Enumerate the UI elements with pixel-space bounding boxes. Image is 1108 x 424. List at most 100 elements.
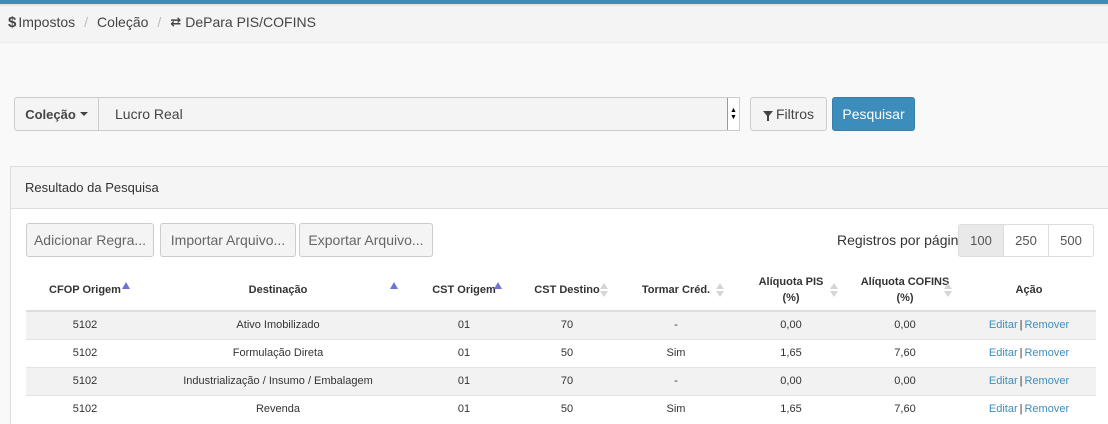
cell-aliquota-pis: 1,65 [734, 338, 848, 367]
cell-cfop: 5102 [26, 310, 144, 339]
breadcrumb-colecao[interactable]: Coleção [97, 14, 148, 30]
cell-cst-origem: 01 [412, 394, 516, 423]
cell-cfop: 5102 [26, 366, 144, 395]
cell-destinacao: Ativo Imobilizado [144, 310, 412, 339]
breadcrumb-separator: / [84, 14, 89, 30]
table-row: 5102 Revenda 01 50 Sim 1,65 7,60 Editar | Remover [26, 394, 1096, 423]
sort-asc-icon [390, 282, 398, 289]
col-aliquota-pis-label: Alíquota PIS [758, 275, 824, 288]
cell-cst-destino: 50 [516, 338, 618, 367]
cell-aliquota-pis: 1,65 [734, 394, 848, 423]
import-file-button[interactable]: Importar Arquivo... [160, 223, 296, 257]
colecao-select-value: Lucro Real [115, 106, 183, 122]
action-separator: | [1019, 375, 1023, 387]
search-row: Coleção Lucro Real ▲ ▼ [14, 97, 740, 131]
colecao-dropdown-button[interactable]: Coleção [14, 97, 99, 131]
panel-title: Resultado da Pesquisa [11, 167, 1108, 209]
breadcrumb-impostos[interactable]: $ Impostos [8, 14, 75, 31]
remove-link[interactable]: Remover [1024, 319, 1069, 331]
table-body: 5102 Ativo Imobilizado 01 70-0,00 0,00 Editar… [26, 310, 1096, 423]
col-acao: Ação [962, 269, 1096, 312]
cell-cfop: 5102 [26, 394, 144, 423]
cell-aliquota-cofins: 7,60 [848, 394, 962, 423]
cell-destinacao: Industrialização / Insumo / Embalagem [144, 366, 412, 395]
col-aliquota-pis-unit: (%) [782, 291, 800, 304]
table-row: 5102 Industrialização / Insumo / Embalage… [26, 366, 1096, 395]
filtros-button-label: Filtros [775, 106, 815, 122]
col-tomar-credito-label: Tormar Créd. [641, 283, 711, 296]
breadcrumb: $ Impostos / Coleção / ⇄ DePara PIS/COFI… [8, 13, 316, 31]
col-aliquota-cofins[interactable]: Alíquota COFINS (%) [848, 269, 962, 312]
col-cst-destino-label: CST Destino [534, 283, 600, 296]
edit-link[interactable]: Editar [989, 375, 1018, 387]
results-table: CFOP Origem Destinação CST Origem CST De… [26, 269, 1096, 423]
edit-link[interactable]: Editar [989, 319, 1018, 331]
col-destinacao-label: Destinação [248, 283, 308, 296]
cell-acao: Editar | Remover [962, 366, 1096, 395]
col-aliquota-cofins-unit: (%) [896, 291, 914, 304]
page-size-label: Registros por página [837, 232, 967, 248]
col-cst-origem[interactable]: CST Origem [412, 269, 516, 312]
sort-icon [944, 282, 952, 297]
page-size-selector: 100 250 500 [958, 224, 1094, 257]
cell-cst-destino: 70 [516, 310, 618, 339]
edit-link[interactable]: Editar [989, 403, 1018, 415]
cell-tomar-credito: Sim [618, 394, 734, 423]
action-separator: | [1019, 403, 1023, 416]
sort-icon [600, 282, 608, 297]
breadcrumb-depara: ⇄ DePara PIS/COFINS [170, 14, 316, 30]
cell-acao: Editar | Remover [962, 394, 1096, 423]
export-file-button[interactable]: Exportar Arquivo... [299, 223, 433, 257]
sort-icon [716, 282, 724, 297]
cell-aliquota-pis: 0,00 [734, 310, 848, 339]
cell-cst-destino: 70 [516, 366, 618, 395]
breadcrumb-impostos-label: Impostos [18, 14, 76, 30]
sort-asc-icon [122, 282, 130, 289]
top-bar-shadow [0, 4, 1108, 6]
breadcrumb-separator: / [157, 14, 162, 30]
dollar-icon: $ [8, 13, 17, 31]
cell-tomar-credito: - [618, 310, 734, 339]
page-size-500[interactable]: 500 [1048, 224, 1094, 257]
page-size-100[interactable]: 100 [958, 224, 1004, 257]
remove-link[interactable]: Remover [1024, 403, 1069, 415]
filtros-button[interactable]: Filtros [750, 97, 827, 131]
sort-icon [830, 282, 838, 297]
cell-aliquota-cofins: 0,00 [848, 366, 962, 395]
cell-aliquota-cofins: 0,00 [848, 310, 962, 339]
col-cst-destino[interactable]: CST Destino [516, 269, 618, 312]
breadcrumb-depara-label: DePara PIS/COFINS [185, 14, 316, 30]
caret-down-icon [79, 112, 88, 116]
action-separator: | [1019, 347, 1023, 359]
table-header-row: CFOP Origem Destinação CST Origem CST De… [26, 269, 1096, 312]
cell-cst-origem: 01 [412, 366, 516, 395]
col-cfop-origem[interactable]: CFOP Origem [26, 269, 144, 312]
page-size-250[interactable]: 250 [1003, 224, 1049, 257]
col-aliquota-pis[interactable]: Alíquota PIS (%) [734, 269, 848, 312]
colecao-dropdown-label: Coleção [25, 106, 76, 122]
select-arrow-icon[interactable]: ▲ ▼ [727, 98, 739, 130]
col-cst-origem-label: CST Origem [432, 283, 496, 296]
remove-link[interactable]: Remover [1024, 347, 1069, 359]
col-tomar-credito[interactable]: Tormar Créd. [618, 269, 734, 312]
cell-aliquota-pis: 0,00 [734, 366, 848, 395]
cell-cst-destino: 50 [516, 394, 618, 423]
cell-tomar-credito: - [618, 366, 734, 395]
pesquisar-button[interactable]: Pesquisar [832, 97, 915, 131]
swap-icon: ⇄ [170, 14, 182, 29]
cell-aliquota-cofins: 7,60 [848, 338, 962, 367]
action-separator: | [1019, 319, 1023, 332]
col-aliquota-cofins-label: Alíquota COFINS [860, 275, 950, 288]
table-row: 5102 Formulação Direta 01 50 Sim 1,65 7,60 Edit… [26, 338, 1096, 367]
col-destinacao[interactable]: Destinação [144, 269, 412, 312]
add-rule-button[interactable]: Adicionar Regra... [26, 223, 154, 257]
colecao-select[interactable]: Lucro Real ▲ ▼ [99, 97, 740, 131]
edit-link[interactable]: Editar [989, 347, 1018, 359]
remove-link[interactable]: Remover [1024, 375, 1069, 387]
cell-acao: Editar | Remover [962, 338, 1096, 367]
results-panel: Resultado da Pesquisa Adicionar Regra...… [10, 166, 1108, 424]
sort-asc-icon [494, 282, 502, 289]
cell-cst-origem: 01 [412, 338, 516, 367]
filter-icon [762, 111, 773, 121]
cell-destinacao: Formulação Direta [144, 338, 412, 367]
